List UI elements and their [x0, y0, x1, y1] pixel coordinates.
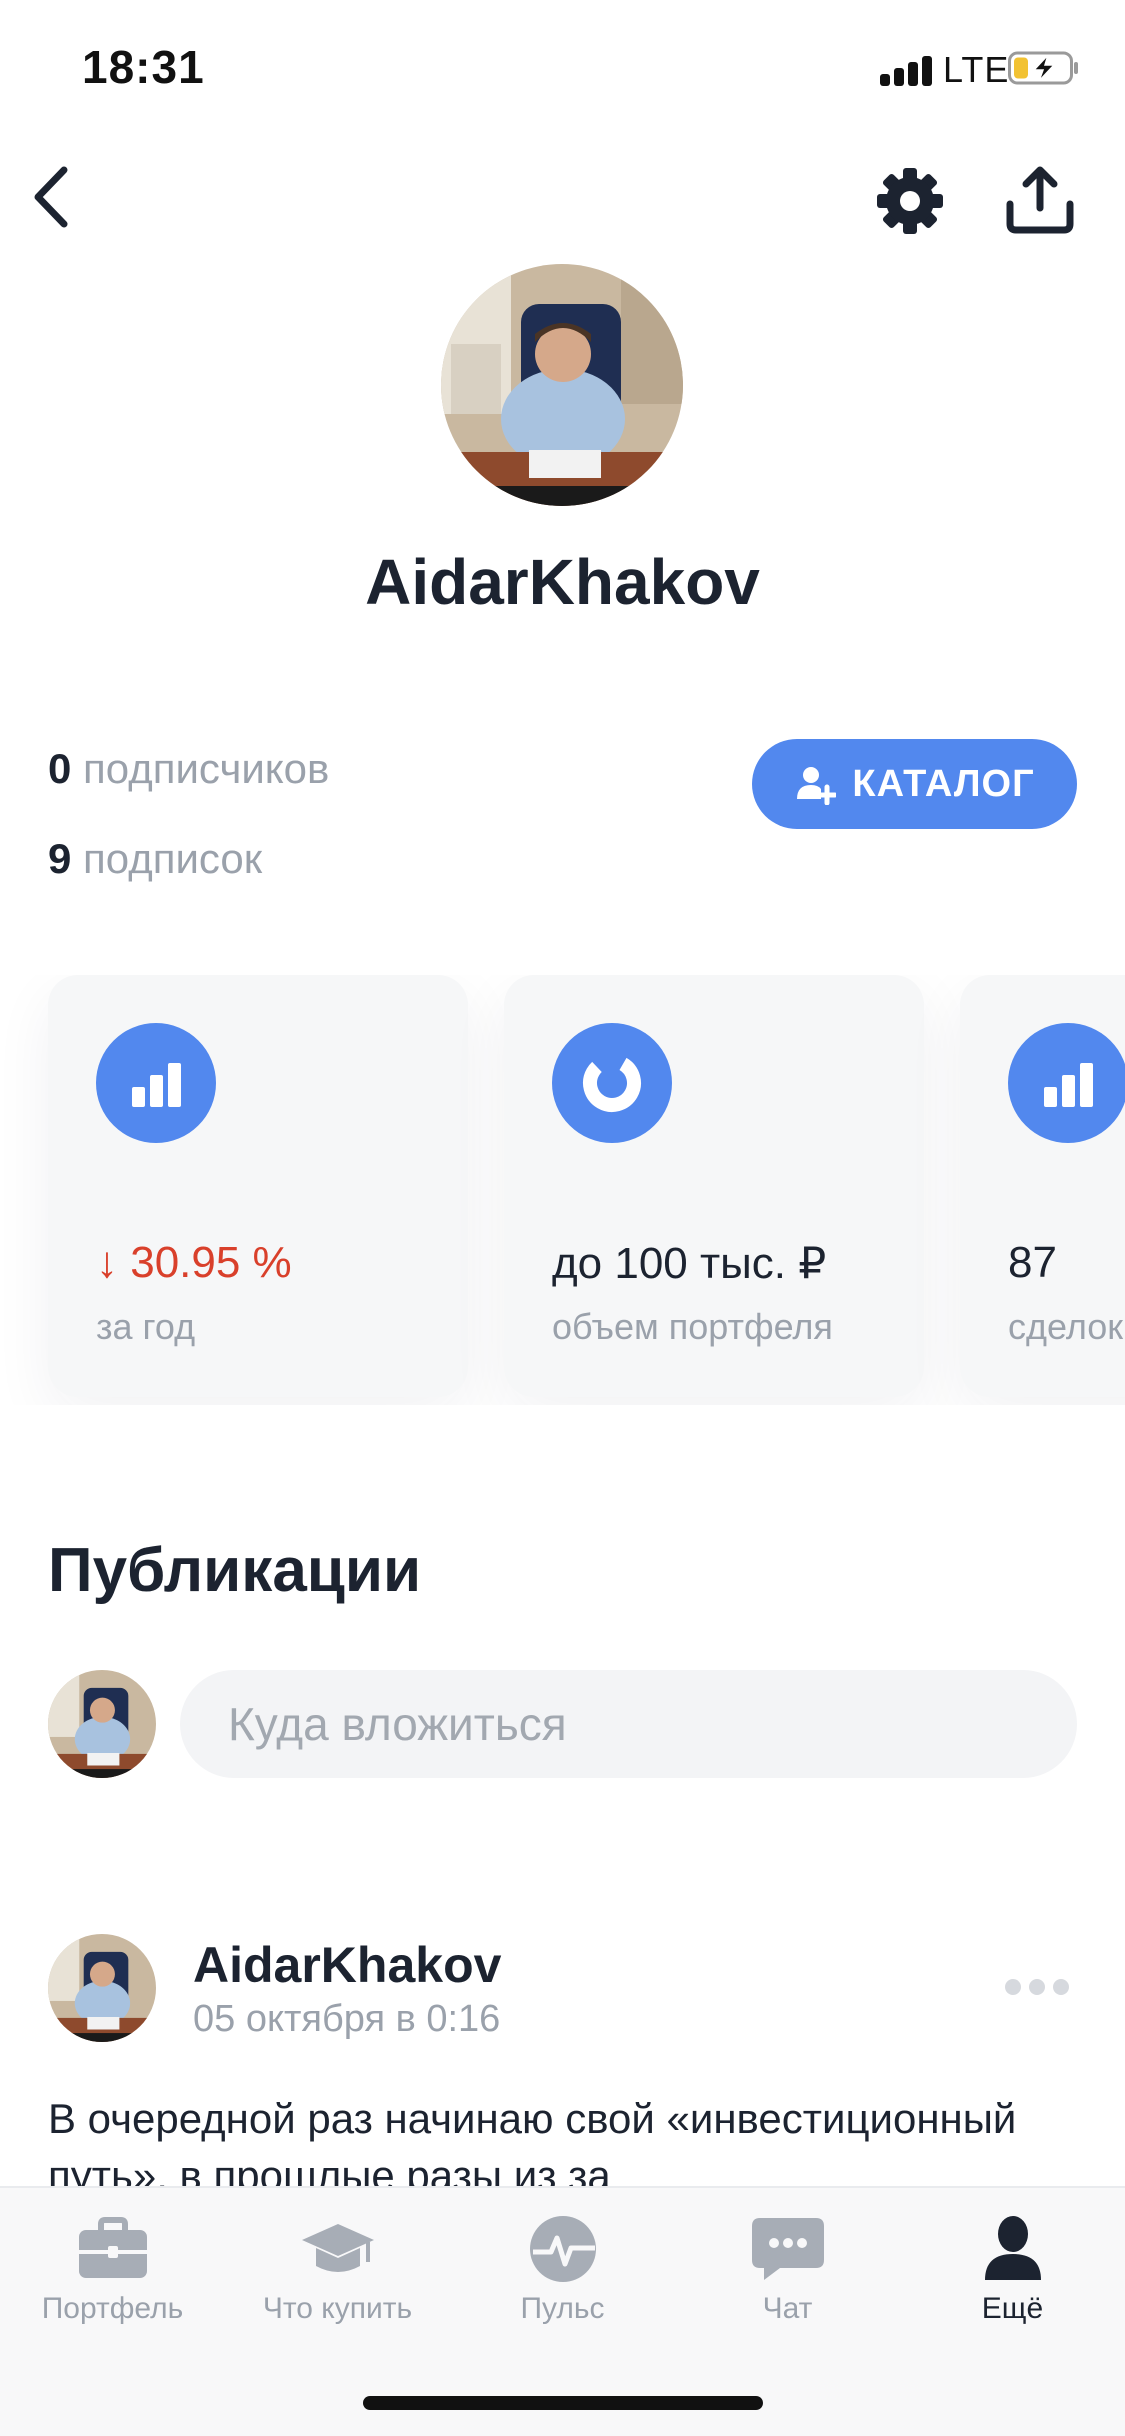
home-indicator: [363, 2396, 763, 2410]
followers-label: подписчиков: [83, 745, 330, 792]
status-time: 18:31: [82, 41, 205, 93]
stat-label: сделок: [1008, 1306, 1124, 1347]
compose-avatar: [48, 1670, 156, 1778]
catalog-button[interactable]: КАТАЛОГ: [752, 739, 1077, 829]
pulse-icon: [530, 2216, 596, 2282]
profile-avatar[interactable]: [441, 264, 683, 506]
tab-what-to-buy[interactable]: Что купить: [225, 2188, 450, 2368]
tab-label: Что купить: [262, 2292, 413, 2325]
stat-label: объем портфеля: [552, 1306, 833, 1347]
add-person-icon: [797, 767, 837, 805]
profile-username: AidarKhakov: [365, 546, 760, 618]
following-number: 9: [48, 835, 72, 882]
following-label: подписок: [83, 835, 263, 882]
tab-label: Портфель: [41, 2292, 184, 2325]
stats-carousel[interactable]: ↓ 30.95 % за год до 100 тыс. ₽ объем пор…: [0, 975, 1125, 1405]
tab-pulse[interactable]: Пульс: [450, 2188, 675, 2368]
donut-chart-icon: [552, 1023, 672, 1143]
stat-value: 87: [1008, 1238, 1057, 1287]
network-type: LTE: [943, 49, 1010, 90]
chat-bubble-icon: [752, 2218, 824, 2280]
person-icon: [985, 2216, 1041, 2280]
graduation-cap-icon: [302, 2224, 374, 2272]
post-more-icon[interactable]: [1005, 1975, 1073, 1999]
signal-strength-icon: [880, 56, 936, 86]
settings-gear-icon[interactable]: [874, 165, 946, 237]
post-date: 05 октября в 0:16: [193, 1998, 501, 2040]
tab-more[interactable]: Ещё: [900, 2188, 1125, 2368]
following-count[interactable]: 9 подписок: [48, 835, 262, 883]
stat-label: за год: [96, 1306, 196, 1347]
stat-card-portfolio[interactable]: до 100 тыс. ₽ объем портфеля: [504, 975, 924, 1397]
publications-title: Публикации: [48, 1536, 422, 1605]
post-author-name[interactable]: AidarKhakov: [193, 1936, 501, 1994]
compose-post-input[interactable]: [180, 1670, 1077, 1778]
stat-value: до 100 тыс. ₽: [552, 1239, 827, 1288]
briefcase-icon: [79, 2217, 147, 2278]
tab-label: Ещё: [981, 2292, 1044, 2325]
tab-chat[interactable]: Чат: [675, 2188, 900, 2368]
post-author-avatar[interactable]: [48, 1934, 156, 2042]
battery-charging-icon: [1008, 51, 1078, 85]
tab-portfolio[interactable]: Портфель: [0, 2188, 225, 2368]
back-button[interactable]: [24, 160, 84, 234]
tab-label: Пульс: [520, 2292, 605, 2325]
post-text[interactable]: В очередной раз начинаю свой «инвестицио…: [48, 2090, 1088, 2190]
stat-value: ↓ 30.95 %: [96, 1238, 292, 1287]
share-upload-icon[interactable]: [1002, 162, 1078, 238]
followers-number: 0: [48, 745, 72, 792]
bar-chart-icon: [1008, 1023, 1125, 1143]
tab-label: Чат: [762, 2292, 813, 2325]
status-bar: 18:31 LTE: [0, 0, 1125, 140]
stat-card-yield[interactable]: ↓ 30.95 % за год: [48, 975, 468, 1397]
stat-card-deals[interactable]: 87 сделок: [960, 975, 1125, 1397]
catalog-button-label: КАТАЛОГ: [852, 762, 1035, 805]
bar-chart-icon: [96, 1023, 216, 1143]
followers-count[interactable]: 0 подписчиков: [48, 745, 329, 793]
